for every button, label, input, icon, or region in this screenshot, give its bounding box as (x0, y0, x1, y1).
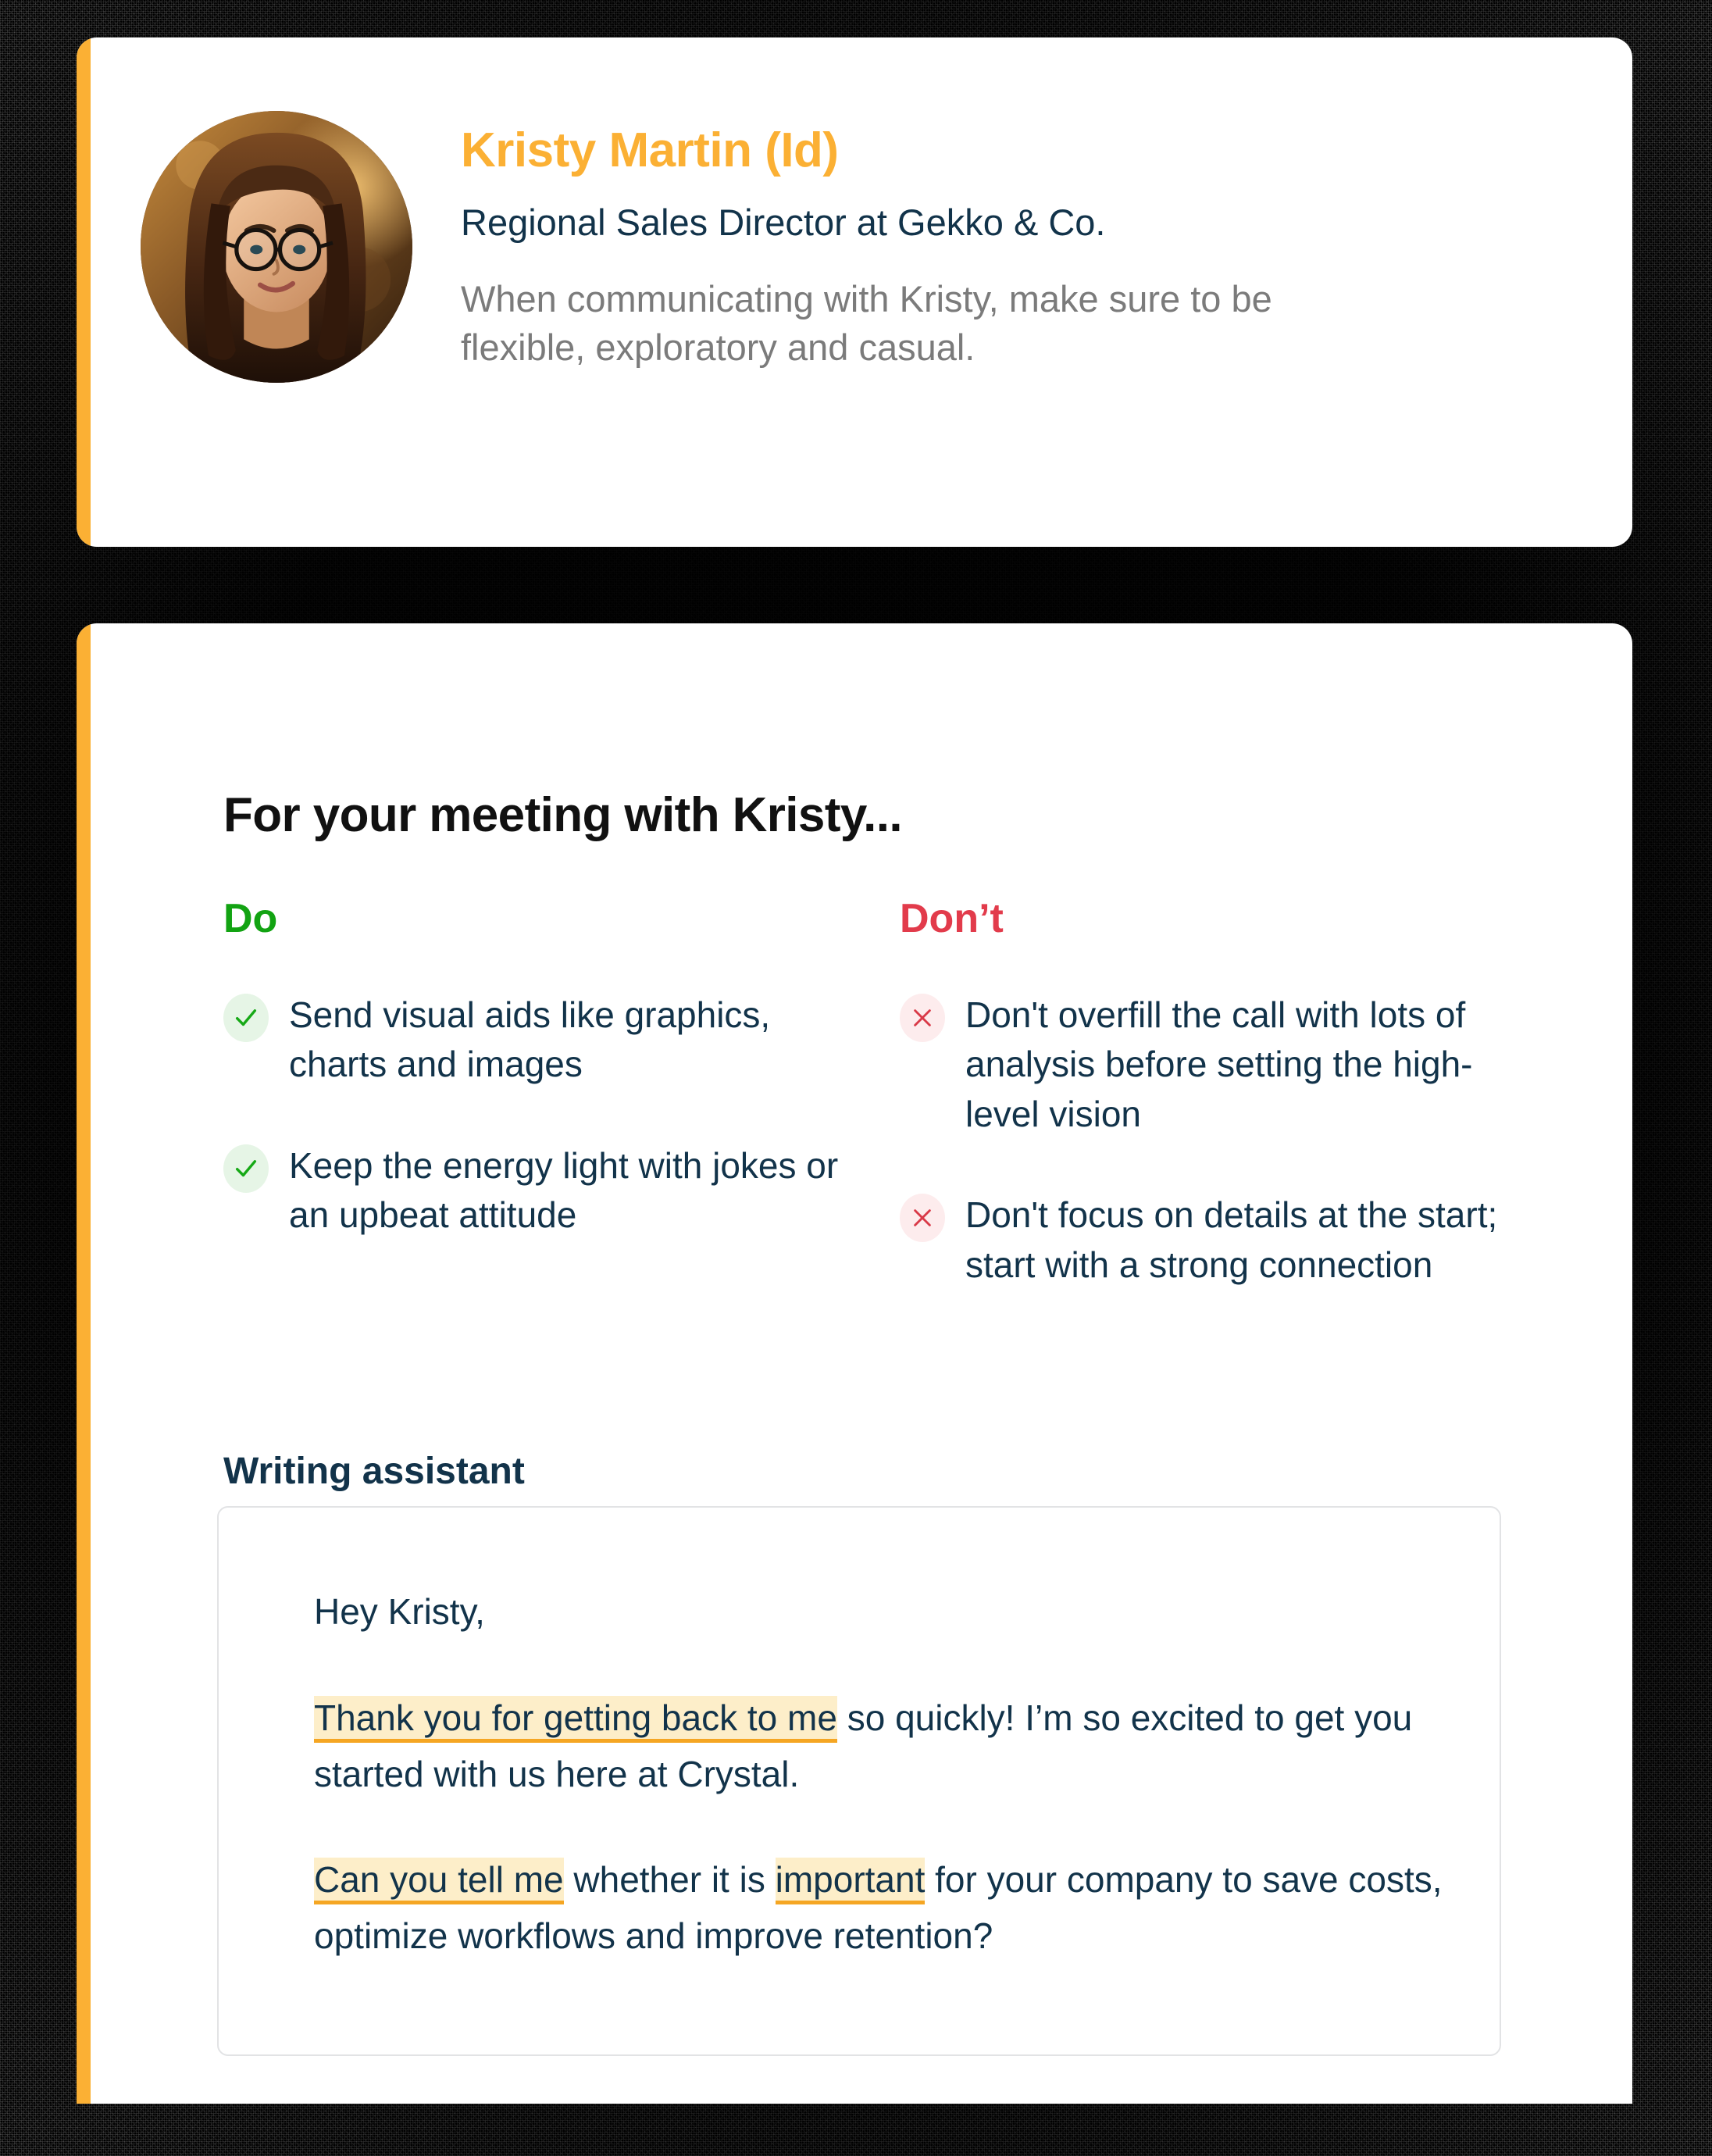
dont-item-text: Don't overfill the call with lots of ana… (965, 994, 1473, 1134)
cross-icon (900, 1194, 945, 1243)
avatar-image (141, 111, 412, 383)
stage: Kristy Martin (Id) Regional Sales Direct… (0, 0, 1712, 2156)
dont-column: Don’t Don't overfill the call with lots … (900, 898, 1532, 1290)
list-item: Don't focus on details at the start; sta… (900, 1190, 1532, 1290)
email-paragraph-1: Thank you for getting back to me so quic… (314, 1690, 1445, 1803)
highlight-phrase[interactable]: Can you tell me (314, 1858, 564, 1905)
check-icon (223, 1144, 269, 1193)
profile-text-block: Kristy Martin (Id) Regional Sales Direct… (461, 111, 1382, 372)
card-accent-bar (77, 623, 91, 2104)
list-item: Don't overfill the call with lots of ana… (900, 991, 1532, 1139)
highlight-phrase[interactable]: important (775, 1858, 926, 1905)
list-item: Send visual aids like graphics, charts a… (223, 991, 856, 1090)
do-heading: Do (223, 896, 278, 941)
check-icon (223, 994, 269, 1042)
do-column: Do Send visual aids like graphics, chart… (223, 898, 856, 1240)
do-item-text: Keep the energy light with jokes or an u… (289, 1144, 839, 1236)
profile-advice: When communicating with Kristy, make sur… (461, 278, 1272, 369)
page-title: For your meeting with Kristy... (223, 788, 903, 843)
highlight-phrase[interactable]: Thank you for getting back to me (314, 1695, 837, 1743)
card-accent-bar (77, 37, 91, 547)
email-greeting: Hey Kristy, (314, 1591, 485, 1632)
cross-icon (900, 994, 945, 1042)
profile-header: Kristy Martin (Id) Regional Sales Direct… (141, 111, 1382, 383)
list-item: Keep the energy light with jokes or an u… (223, 1141, 856, 1240)
writing-assistant-editor[interactable]: Hey Kristy, Thank you for getting back t… (217, 1506, 1501, 2056)
writing-assistant-heading: Writing assistant (223, 1451, 525, 1492)
email-paragraph-2: Can you tell me whether it is important … (314, 1852, 1445, 1965)
dont-item-text: Don't focus on details at the start; sta… (965, 1194, 1498, 1285)
email-draft-body[interactable]: Hey Kristy, Thank you for getting back t… (219, 1508, 1500, 1965)
avatar (141, 111, 412, 383)
do-item-text: Send visual aids like graphics, charts a… (289, 994, 771, 1085)
profile-name: Kristy Martin (Id) (461, 123, 839, 177)
email-paragraph-2-middle: whether it is (563, 1859, 776, 1901)
profile-role: Regional Sales Director at Gekko & Co. (461, 202, 1106, 243)
dont-heading: Don’t (900, 896, 1004, 941)
